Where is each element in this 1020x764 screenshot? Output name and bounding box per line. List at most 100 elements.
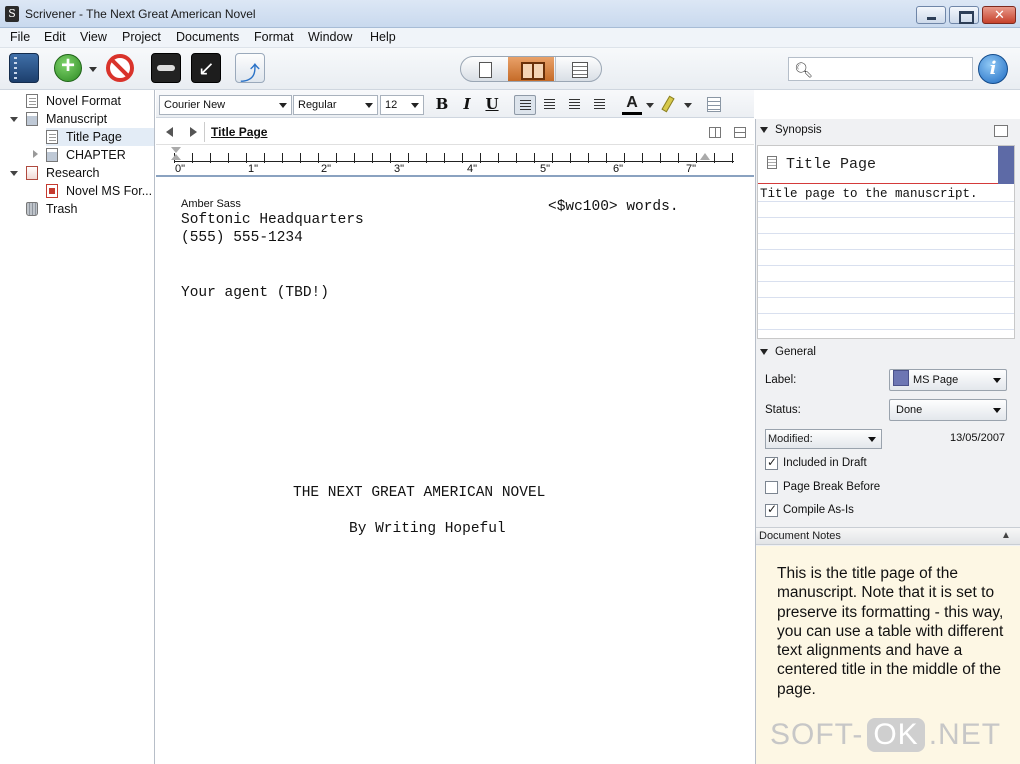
highlight-icon[interactable] [660,96,674,112]
ruler-number: 5" [540,163,551,175]
forward-arrow-icon[interactable] [190,127,197,137]
general-header[interactable]: General [756,341,1020,365]
synopsis-image-toggle-icon[interactable] [994,125,1008,137]
binder-item-trash[interactable]: Trash [26,200,154,218]
binder-item-manuscript[interactable]: Manuscript [26,110,154,128]
align-right-icon[interactable] [589,95,611,115]
ruler[interactable]: 0" 1" 2" 3" 4" 5" 6" 7" [156,145,754,177]
maximize-button[interactable] [949,6,979,24]
ruler-number: 2" [321,163,332,175]
pdf-icon [46,184,58,198]
label-field-label: Label: [765,374,797,386]
search-icon: 🔍︎ [794,62,814,79]
watermark-left: SOFT- [770,718,864,751]
inspector-toggle-icon[interactable]: i [978,54,1008,84]
binder-item-novel-format[interactable]: Novel Format [26,92,154,110]
disclosure-triangle-icon[interactable] [10,117,18,122]
synopsis-title-row[interactable]: Title Page [758,146,1014,184]
scrivener-app-icon[interactable]: S [5,6,19,22]
menu-documents[interactable]: Documents [176,30,239,44]
split-vertical-icon[interactable] [709,127,721,138]
minimize-button[interactable] [916,6,946,24]
keywords-icon[interactable] [151,53,181,83]
binder-toggle-icon[interactable] [9,53,39,83]
split-horizontal-icon[interactable] [734,127,746,138]
binder-item-label: Novel MS For... [66,184,153,198]
page-break-before-checkbox[interactable] [765,481,778,494]
align-left-icon[interactable] [514,95,536,115]
included-in-draft-checkbox[interactable] [765,455,778,470]
ruler-number: 6" [613,163,624,175]
align-justify-icon[interactable] [564,95,586,115]
folder-icon [46,148,58,162]
menu-edit[interactable]: Edit [44,30,66,44]
binder-item-title-page[interactable]: Title Page [46,128,154,146]
compile-as-is-checkbox[interactable] [765,502,778,517]
label-color-swatch [893,370,909,387]
disclosure-triangle-icon[interactable] [10,171,18,176]
inspector-panel: Synopsis Title Page Title page to the ma… [755,119,1020,764]
byline: By Writing Hopeful [349,521,506,537]
menu-view[interactable]: View [80,30,107,44]
binder-item-label: Research [46,166,100,180]
synopsis-header[interactable]: Synopsis [756,119,1020,143]
menu-window[interactable]: Window [308,30,352,44]
notes-switcher-icon[interactable]: ▲︎ [1001,530,1011,541]
text-color-button[interactable]: A [622,94,642,115]
synopsis-text-area[interactable]: Title page to the manuscript. [758,186,1014,338]
text-color-dropdown-icon[interactable] [646,103,654,108]
document-icon [767,156,777,169]
bold-button[interactable]: B [432,94,452,115]
add-dropdown-arrow-icon[interactable] [89,67,97,72]
binder-item-research[interactable]: Research [26,164,154,182]
menu-help[interactable]: Help [370,30,396,44]
delete-icon[interactable] [106,54,134,82]
font-size-select[interactable]: 12 [380,95,424,115]
editor-text-area[interactable]: Amber Sass <$wc100> words. Softonic Head… [156,178,754,764]
menu-format[interactable]: Format [254,30,294,44]
watermark-right: .NET [928,718,1002,751]
full-screen-icon[interactable] [191,53,221,83]
ruler-baseline [174,161,734,162]
editor-document-title[interactable]: Title Page [211,125,267,139]
table-icon[interactable] [707,97,721,112]
compile-icon[interactable] [235,53,265,86]
author-name: Amber Sass [181,198,241,210]
align-center-icon[interactable] [539,95,561,115]
left-indent-marker-icon[interactable] [171,147,181,161]
status-select[interactable]: Done [889,399,1007,421]
disclosure-triangle-icon[interactable] [33,150,38,158]
date-type-select[interactable]: Modified: [765,429,882,449]
add-document-icon[interactable] [54,52,82,82]
binder-item-novel-ms-format[interactable]: Novel MS For... [46,182,154,200]
underline-button[interactable]: U [482,94,502,115]
font-style-select[interactable]: Regular [293,95,378,115]
italic-button[interactable]: I [457,94,477,115]
corkboard-view-icon[interactable] [508,57,554,81]
title-bar: S Scrivener - The Next Great American No… [0,0,1020,28]
binder-item-label: Title Page [66,130,122,144]
search-field[interactable]: 🔍︎ [788,57,973,81]
right-indent-marker-icon[interactable] [700,153,710,160]
folder-icon [26,112,38,126]
page-break-before-label[interactable]: Page Break Before [783,481,880,493]
collapse-triangle-icon[interactable] [760,127,768,133]
menu-project[interactable]: Project [122,30,161,44]
menu-file[interactable]: File [10,30,30,44]
close-button[interactable] [982,6,1016,24]
collapse-triangle-icon[interactable] [760,349,768,355]
view-mode-segmented-control [460,56,602,82]
word-count-placeholder: <$wc100> words. [548,199,679,215]
binder-item-chapter[interactable]: CHAPTER [46,146,154,164]
back-arrow-icon[interactable] [166,127,173,137]
highlight-dropdown-icon[interactable] [684,103,692,108]
font-family-select[interactable]: Courier New [159,95,292,115]
scrivenings-view-icon[interactable] [461,57,507,81]
included-in-draft-label[interactable]: Included in Draft [783,457,867,469]
synopsis-box: Title Page Title page to the manuscript. [757,145,1015,339]
label-select[interactable]: MS Page [889,369,1007,391]
compile-as-is-label[interactable]: Compile As-Is [783,504,854,516]
document-notes-header[interactable]: Document Notes ▲︎ [756,527,1020,545]
binder-sidebar: Novel Format Manuscript Title Page CHAPT… [0,90,155,764]
outliner-view-icon[interactable] [555,57,601,81]
